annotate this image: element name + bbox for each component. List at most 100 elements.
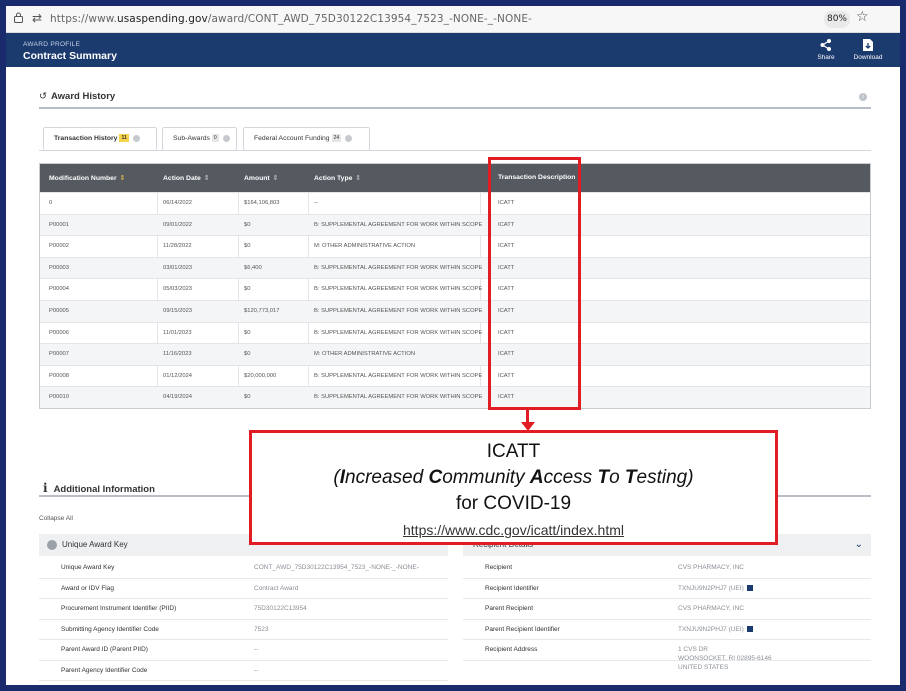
detail-label: Procurement Instrument Identifier (PIID) (61, 605, 177, 612)
chevron-down-icon[interactable]: ⌄ (855, 534, 863, 556)
tab-federal-account-funding[interactable]: Federal Account Funding 24 (243, 127, 370, 151)
action-date-cell: 01/12/2024 (163, 372, 193, 379)
amount-cell: $120,773,017 (244, 307, 280, 314)
detail-value: -- (254, 666, 259, 674)
zoom-level-badge[interactable]: 80% (824, 11, 850, 28)
action-type-cell: M: OTHER ADMINISTRATIVE ACTION (314, 351, 416, 358)
initial: T (597, 467, 610, 488)
download-button[interactable]: Download (851, 38, 885, 61)
recipient-profile-link-icon[interactable] (747, 584, 753, 591)
detail-label: Parent Recipient (485, 605, 534, 612)
detail-value: 1 CVS DR (678, 646, 708, 653)
detail-label: Recipient Identifier (485, 584, 539, 592)
action-type-cell: B: SUPPLEMENTAL AGREEMENT FOR WORK WITHI… (314, 329, 483, 336)
action-date-cell: 09/01/2022 (163, 221, 193, 228)
info-icon[interactable] (132, 134, 140, 142)
column-header-action-type[interactable]: Action Type ⇕ (314, 164, 361, 193)
tab-count-badge: 11 (119, 134, 129, 143)
sort-icon[interactable]: ⇕ (355, 164, 361, 192)
award-history-title: Award History (50, 91, 116, 102)
action-date-cell: 11/28/2022 (163, 243, 192, 250)
column-header-label: Modification Number (49, 175, 117, 182)
browser-address-bar: ⇄ https://www.usaspending.gov/award/CONT… (6, 6, 900, 33)
action-type-cell: -- (314, 200, 318, 206)
info-icon[interactable] (222, 134, 230, 142)
action-date-cell: 05/03/2023 (163, 286, 193, 293)
modification-number-cell: P00005 (49, 307, 69, 314)
amount-cell: $6,400 (244, 264, 262, 271)
detail-value: TXNJU9N2PHJ7 (UEI) (678, 584, 744, 592)
tabs-underline (39, 150, 871, 151)
amount-cell: $0 (244, 329, 251, 336)
action-date-cell: 11/16/2023 (163, 351, 192, 358)
panel-title: Unique Award Key (62, 540, 128, 549)
lock-icon (14, 12, 23, 23)
detail-value: CVS PHARMACY, INC (678, 605, 744, 612)
detail-value: TXNJU9N2PHJ7 (UEI) (678, 625, 744, 633)
detail-row: Unique Award Key CONT_AWD_75D30122C13954_… (39, 558, 448, 579)
info-icon[interactable] (345, 134, 353, 142)
tab-label: Transaction History (54, 135, 118, 142)
modification-number-cell: P00008 (49, 372, 69, 379)
detail-label: Submitting Agency Identifier Code (61, 625, 159, 633)
share-button[interactable]: Share (814, 38, 838, 61)
cdc-icatt-link[interactable]: https://www.cdc.gov/icatt/index.html (252, 522, 775, 538)
table-row: P00002 11/28/2022 $0 M: OTHER ADMINISTRATIV… (40, 235, 870, 257)
sort-icon[interactable]: ⇕ (120, 164, 126, 192)
modification-number-cell: P00004 (49, 286, 69, 293)
url-text[interactable]: https://www.usaspending.gov/award/CONT_A… (50, 13, 532, 25)
paren: ) (687, 467, 694, 488)
icatt-callout: ICATT (Increased Community Access To Tes… (249, 430, 778, 545)
detail-label: Parent Award ID (Parent PIID) (61, 646, 148, 653)
info-icon[interactable]: i (859, 93, 867, 101)
recipient-profile-link-icon[interactable] (747, 625, 753, 632)
word: o (609, 467, 625, 488)
amount-cell: $20,000,000 (244, 372, 277, 379)
modification-number-cell: P00002 (49, 243, 69, 250)
amount-cell: $0 (244, 351, 251, 358)
collapse-all-link[interactable]: Collapse All (39, 515, 73, 522)
section-divider (39, 107, 871, 109)
sort-icon[interactable]: ⇕ (273, 164, 279, 192)
site-settings-icon[interactable]: ⇄ (32, 11, 42, 25)
tab-count-badge: 24 (331, 134, 342, 143)
detail-label: Unique Award Key (61, 564, 115, 571)
word: ncreased (345, 467, 429, 488)
detail-label: Recipient (485, 564, 513, 571)
tab-sub-awards[interactable]: Sub-Awards 0 (162, 127, 237, 151)
download-icon (863, 39, 873, 51)
screenshot-frame: ⇄ https://www.usaspending.gov/award/CONT… (6, 6, 900, 685)
word: ommunity (442, 467, 530, 488)
column-header-label: Action Type (314, 175, 353, 182)
history-clock-icon: ↺ (39, 91, 47, 102)
detail-value: CVS PHARMACY, INC (678, 564, 744, 571)
detail-row: Parent Recipient Identifier TXNJU9N2PHJ7 … (463, 620, 871, 640)
tab-count-badge: 0 (211, 134, 219, 143)
transaction-description-highlight (488, 157, 581, 410)
table-row: P00006 11/01/2023 $0 B: SUPPLEMENTAL AGREEM… (40, 321, 870, 344)
fingerprint-icon (47, 539, 57, 550)
detail-row: Recipient CVS PHARMACY, INC (463, 558, 871, 579)
detail-row: Submitting Agency Identifier Code 7523 (39, 620, 448, 640)
table-row: P00010 04/19/2024 $0 B: SUPPLEMENTAL AGREEM… (40, 386, 870, 408)
column-header-label: Action Date (163, 175, 201, 182)
detail-label: Recipient Address (485, 646, 538, 653)
initial: T (624, 467, 637, 488)
detail-row: Parent Recipient CVS PHARMACY, INC (463, 599, 871, 620)
table-row: P00001 09/01/2022 $0 B: SUPPLEMENTAL AGREEM… (40, 213, 870, 236)
sort-icon[interactable]: ⇕ (204, 164, 210, 192)
amount-cell: $0 (244, 243, 251, 250)
column-header-modification-number[interactable]: Modification Number ⇕ (49, 164, 125, 193)
table-row: P00003 03/01/2023 $6,400 B: SUPPLEMENTAL AG… (40, 256, 870, 279)
column-header-action-date[interactable]: Action Date ⇕ (163, 164, 210, 193)
tab-transaction-history[interactable]: Transaction History 11 (43, 127, 157, 151)
initial: A (529, 467, 544, 488)
detail-label: Parent Recipient Identifier (485, 625, 560, 633)
amount-cell: $0 (244, 221, 251, 228)
bookmark-star-icon[interactable]: ☆ (856, 9, 869, 25)
word: ccess (543, 467, 598, 488)
modification-number-cell: 0 (49, 200, 53, 206)
detail-label: Award or IDV Flag (61, 584, 114, 592)
column-header-amount[interactable]: Amount ⇕ (244, 164, 279, 193)
callout-acronym: ICATT (486, 441, 541, 462)
